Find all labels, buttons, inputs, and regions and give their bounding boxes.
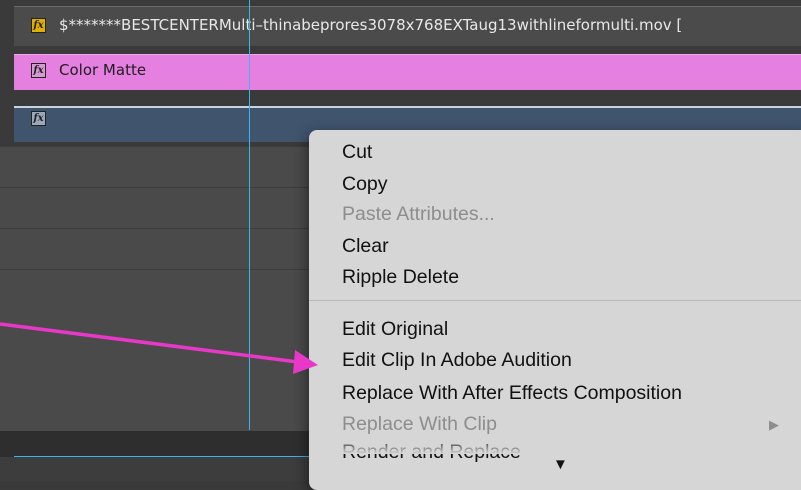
- clip-name: $*******BESTCENTERMulti–thinabeprores307…: [59, 16, 683, 34]
- menu-item-copy[interactable]: Copy: [342, 172, 388, 196]
- fx-badge-icon[interactable]: fx: [31, 63, 46, 78]
- menu-item-clear[interactable]: Clear: [342, 234, 389, 258]
- menu-item-edit-in-audition[interactable]: Edit Clip In Adobe Audition: [342, 348, 572, 372]
- fx-badge-icon[interactable]: fx: [31, 111, 46, 126]
- menu-item-replace-with-clip[interactable]: Replace With Clip: [342, 412, 497, 436]
- menu-item-edit-original[interactable]: Edit Original: [342, 317, 448, 341]
- submenu-arrow-icon: ▶: [769, 417, 779, 432]
- top-video-clip[interactable]: fx $*******BESTCENTERMulti–thinabeprores…: [14, 6, 801, 46]
- clip-name: Color Matte: [59, 61, 147, 79]
- playhead-line[interactable]: [249, 0, 250, 430]
- menu-item-ripple-delete[interactable]: Ripple Delete: [342, 265, 459, 289]
- menu-item-cut[interactable]: Cut: [342, 140, 372, 164]
- menu-bottom-fade: [309, 438, 801, 454]
- scroll-down-arrow-icon[interactable]: ▼: [553, 456, 568, 473]
- menu-item-replace-with-ae-comp[interactable]: Replace With After Effects Composition: [342, 381, 682, 405]
- context-menu: Cut Copy Paste Attributes... Clear Rippl…: [309, 130, 801, 490]
- video-track-matte: fx Color Matte: [0, 52, 801, 98]
- menu-item-paste-attributes[interactable]: Paste Attributes...: [342, 202, 495, 226]
- color-matte-clip[interactable]: fx Color Matte: [14, 54, 801, 90]
- fx-badge-icon[interactable]: fx: [31, 18, 46, 33]
- menu-separator: [309, 300, 801, 301]
- video-track-top: fx $*******BESTCENTERMulti–thinabeprores…: [0, 0, 801, 52]
